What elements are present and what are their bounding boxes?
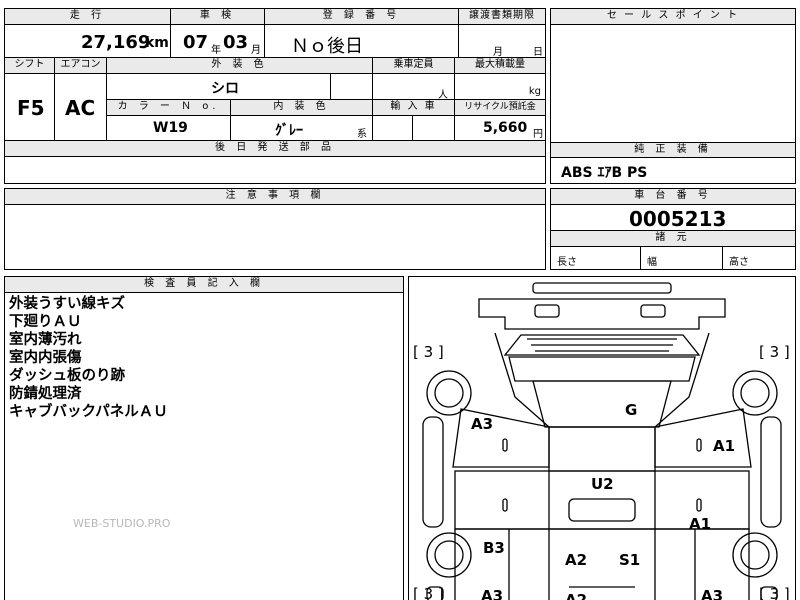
chassis-cell: 0005213: [551, 205, 795, 231]
width-cell: 幅: [641, 247, 723, 269]
tire-front-right-label: [ 3 ]: [759, 343, 790, 361]
sales-points-header: セ ー ル ス ポ イ ン ト: [551, 9, 795, 25]
max-load-header: 最大積載量: [455, 58, 545, 74]
yen-unit: 円: [533, 129, 543, 140]
month-unit: 月: [251, 45, 261, 56]
damage-mark: U2: [591, 475, 614, 493]
equipment-cell: ABS ｴｱB PS: [551, 158, 795, 183]
watermark: WEB-STUDIO.PRO: [73, 517, 171, 530]
aircon-header: エアコン: [55, 58, 107, 74]
notes-header: 注 意 事 項 欄: [5, 189, 545, 205]
mileage-value: 27,169: [81, 32, 151, 53]
later-parts-cell: [5, 157, 545, 182]
height-cell: 高さ: [723, 247, 795, 269]
length-cell: 長さ: [551, 247, 641, 269]
inspector-box: 検 査 員 記 入 欄 外装うすい線キズ 下廻りＡＵ 室内薄汚れ 室内内張傷 ダ…: [4, 276, 404, 600]
inspector-line: ダッシュ板のり跡: [9, 368, 125, 384]
inspector-lines: 外装うすい線キズ 下廻りＡＵ 室内薄汚れ 室内内張傷 ダッシュ板のり跡 防錆処理…: [9, 295, 399, 421]
aircon-cell: AC: [55, 74, 107, 141]
inspector-line: 防錆処理済: [9, 386, 82, 402]
damage-mark: A3: [701, 587, 724, 600]
chassis-box: 車 台 番 号 0005213 諸 元 長さ 幅 高さ: [550, 188, 796, 270]
mileage-cell: 27,169 km: [5, 25, 171, 57]
damage-mark: A2: [565, 591, 588, 600]
tire-rear-left-label: [ 3 ]: [413, 585, 444, 600]
shift-value: F5: [17, 96, 45, 120]
length-label: 長さ: [557, 257, 577, 268]
shift-header: シフト: [5, 58, 55, 74]
mileage-unit: km: [145, 35, 169, 51]
inspector-line: キャブバックパネルＡＵ: [9, 404, 168, 420]
inspection-month: 03: [223, 32, 249, 53]
damage-mark: A3: [471, 415, 494, 433]
truck-diagram-svg: [422, 282, 782, 600]
docs-month-unit: 月: [493, 47, 503, 58]
spec-table: シフト エアコン 外 装 色 乗車定員 最大積載量 F5 AC シロ 人 kg …: [4, 58, 546, 184]
exterior-value: シロ: [211, 81, 239, 97]
capacity-unit: 人: [438, 90, 448, 101]
interior-cell: ｸﾞﾚｰ 系: [231, 116, 373, 141]
chassis-value: 0005213: [629, 207, 727, 231]
header-table: 走 行 車 検 登 録 番 号 譲渡書類期限 27,169 km 07 年 03…: [4, 8, 546, 58]
damage-mark: S1: [619, 551, 641, 569]
load-unit: kg: [528, 86, 541, 97]
damage-mark: B3: [483, 539, 505, 557]
sales-points-box: セ ー ル ス ポ イ ン ト 純 正 装 備 ABS ｴｱB PS: [550, 8, 796, 184]
equipment-value: ABS ｴｱB PS: [561, 165, 648, 181]
transfer-docs-cell: 月 日: [459, 25, 545, 58]
color-no-value: W19: [153, 120, 188, 136]
import-header: 輸 入 車: [373, 100, 455, 116]
interior-suffix: 系: [357, 129, 367, 140]
recycle-cell: 5,660 円: [455, 116, 545, 141]
tire-rear-right-label: [ 3 ]: [759, 585, 790, 600]
dims-header: 諸 元: [551, 231, 795, 247]
recycle-header: リサイクル預託金: [455, 100, 545, 116]
inspection-cell: 07 年 03 月: [171, 25, 265, 57]
capacity-header: 乗車定員: [373, 58, 455, 74]
damage-mark: A1: [689, 515, 712, 533]
docs-day-unit: 日: [533, 47, 543, 58]
damage-mark: G: [625, 401, 638, 419]
exterior-cell: シロ: [107, 74, 331, 100]
shift-cell: F5: [5, 74, 55, 141]
inspector-line: 室内薄汚れ: [9, 332, 82, 348]
vehicle-diagram: [ 3 ] [ 3 ] [ 3 ] [ 3 ] A3 G A1 U2 A1 B3…: [408, 276, 796, 600]
inspector-line: 外装うすい線キズ: [9, 296, 125, 312]
exterior-extra-cell: [331, 74, 373, 100]
aircon-value: AC: [65, 96, 96, 120]
max-load-cell: kg: [455, 74, 545, 100]
later-parts-header: 後 日 発 送 部 品: [5, 141, 545, 157]
tire-front-left-label: [ 3 ]: [413, 343, 444, 361]
mileage-header: 走 行: [5, 9, 171, 25]
damage-mark: A3: [481, 587, 504, 600]
interior-value: ｸﾞﾚｰ: [275, 123, 303, 139]
registration-cell: Ｎｏ後日: [265, 25, 459, 57]
inspector-line: 室内内張傷: [9, 350, 82, 366]
inspector-line: 下廻りＡＵ: [9, 314, 82, 330]
inspector-header: 検 査 員 記 入 欄: [5, 277, 403, 293]
inspection-header: 車 検: [171, 9, 265, 25]
notes-box: 注 意 事 項 欄: [4, 188, 546, 270]
import-cell-a: [373, 116, 413, 141]
year-unit: 年: [211, 45, 221, 56]
registration-value: Ｎｏ後日: [291, 36, 363, 57]
import-cell-b: [413, 116, 455, 141]
inspection-year: 07: [183, 32, 209, 53]
height-label: 高さ: [729, 257, 749, 268]
exterior-header: 外 装 色: [107, 58, 373, 74]
damage-mark: A1: [713, 437, 736, 455]
recycle-value: 5,660: [483, 120, 528, 136]
width-label: 幅: [647, 257, 657, 268]
transfer-docs-header: 譲渡書類期限: [459, 9, 545, 25]
equipment-header: 純 正 装 備: [551, 142, 795, 158]
capacity-cell: 人: [373, 74, 455, 101]
interior-header: 内 装 色: [231, 100, 373, 116]
damage-mark: A2: [565, 551, 588, 569]
color-no-cell: W19: [107, 116, 231, 141]
chassis-header: 車 台 番 号: [551, 189, 795, 205]
registration-header: 登 録 番 号: [265, 9, 459, 25]
color-no-header: カ ラ ー Ｎ o.: [107, 100, 231, 116]
